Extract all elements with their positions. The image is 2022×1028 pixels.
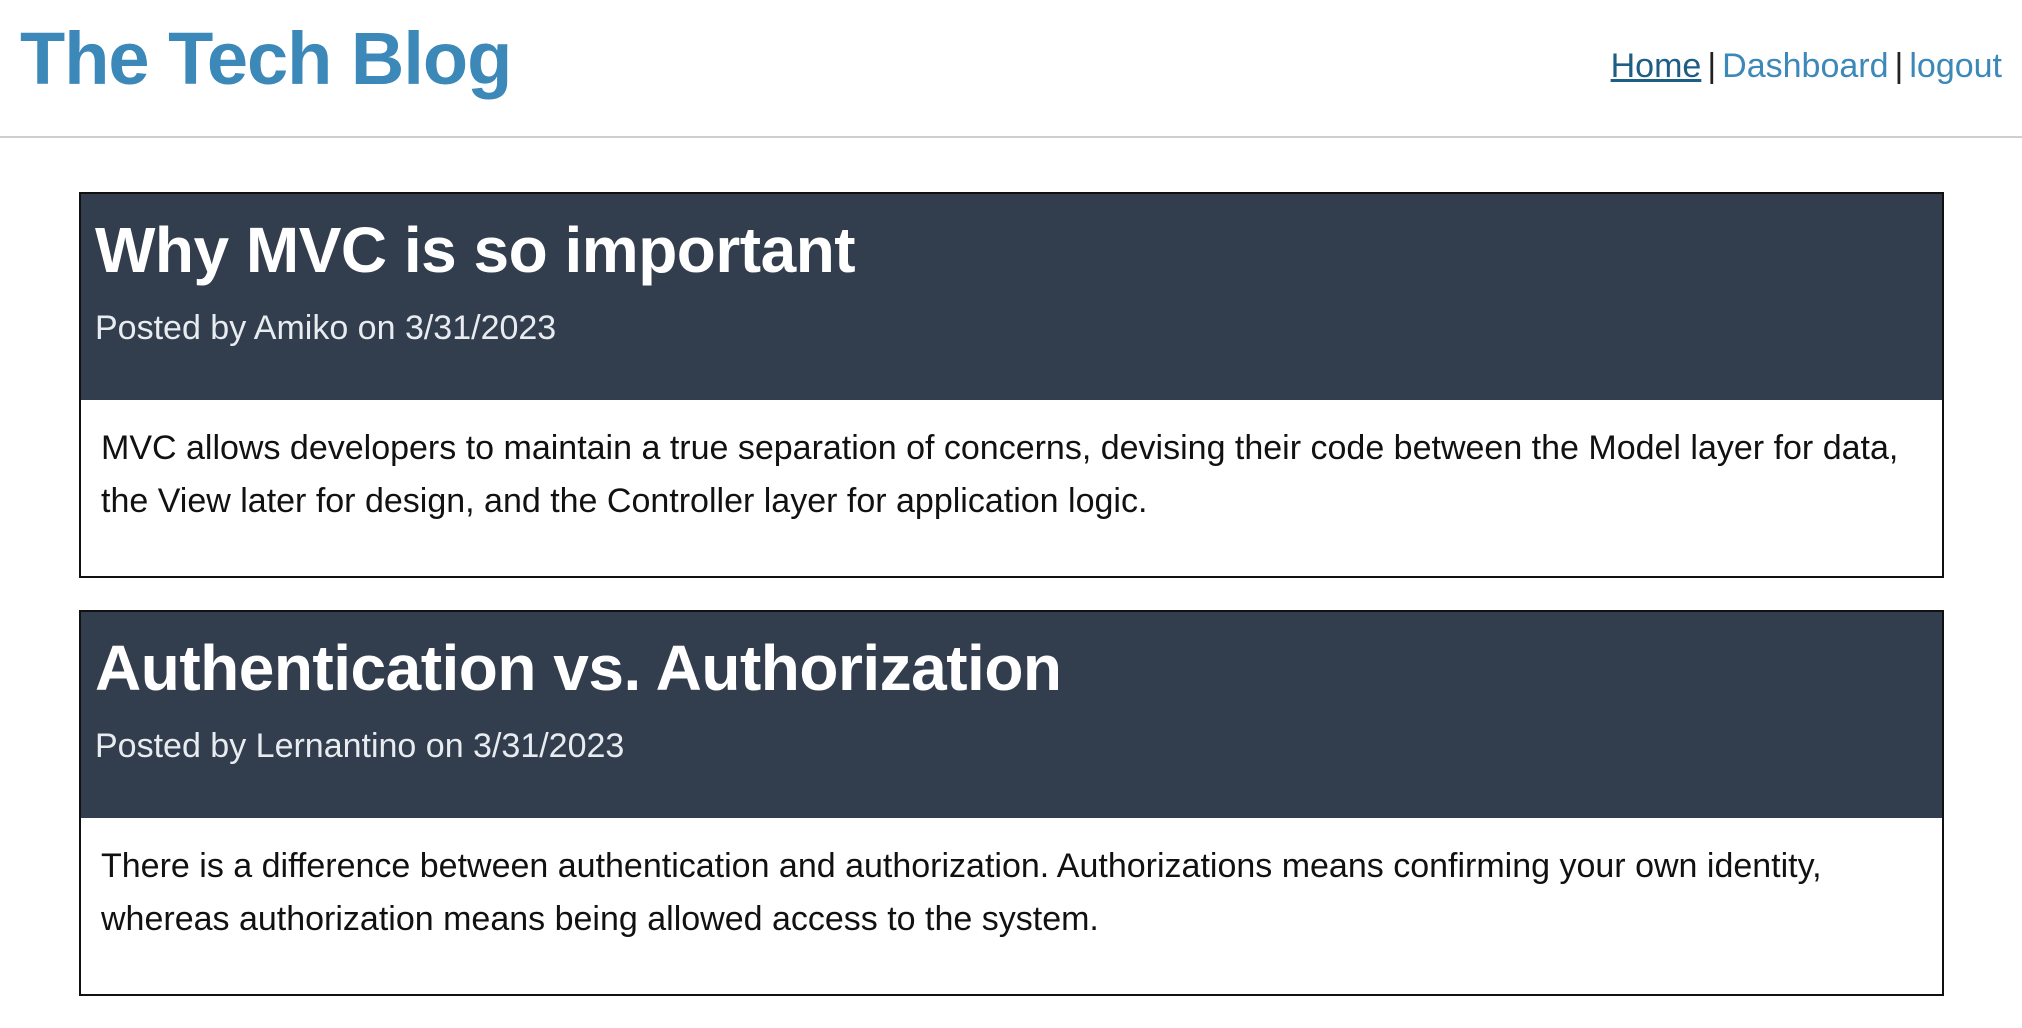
- nav-separator: |: [1707, 47, 1717, 85]
- post-body: MVC allows developers to maintain a true…: [101, 429, 1899, 520]
- post-card[interactable]: Authentication vs. Authorization Posted …: [79, 610, 1944, 996]
- post-header[interactable]: Authentication vs. Authorization Posted …: [81, 612, 1942, 818]
- post-list: Why MVC is so important Posted by Amiko …: [79, 192, 1944, 1028]
- post-header[interactable]: Why MVC is so important Posted by Amiko …: [81, 194, 1942, 400]
- post-card[interactable]: Why MVC is so important Posted by Amiko …: [79, 192, 1944, 578]
- post-title[interactable]: Why MVC is so important: [95, 212, 1928, 288]
- nav-logout-link[interactable]: logout: [1909, 47, 2002, 85]
- nav-home-link[interactable]: Home: [1611, 47, 1702, 85]
- post-meta: Posted by Lernantino on 3/31/2023: [95, 727, 625, 765]
- site-header: The Tech Blog Home | Dashboard | logout: [0, 0, 2022, 138]
- post-body: There is a difference between authentica…: [101, 847, 1822, 938]
- nav-separator: |: [1894, 47, 1904, 85]
- post-meta: Posted by Amiko on 3/31/2023: [95, 309, 557, 347]
- main-nav: Home | Dashboard | logout: [1611, 44, 2002, 88]
- nav-dashboard-link[interactable]: Dashboard: [1722, 47, 1888, 85]
- site-title[interactable]: The Tech Blog: [20, 14, 512, 104]
- post-title[interactable]: Authentication vs. Authorization: [95, 630, 1928, 706]
